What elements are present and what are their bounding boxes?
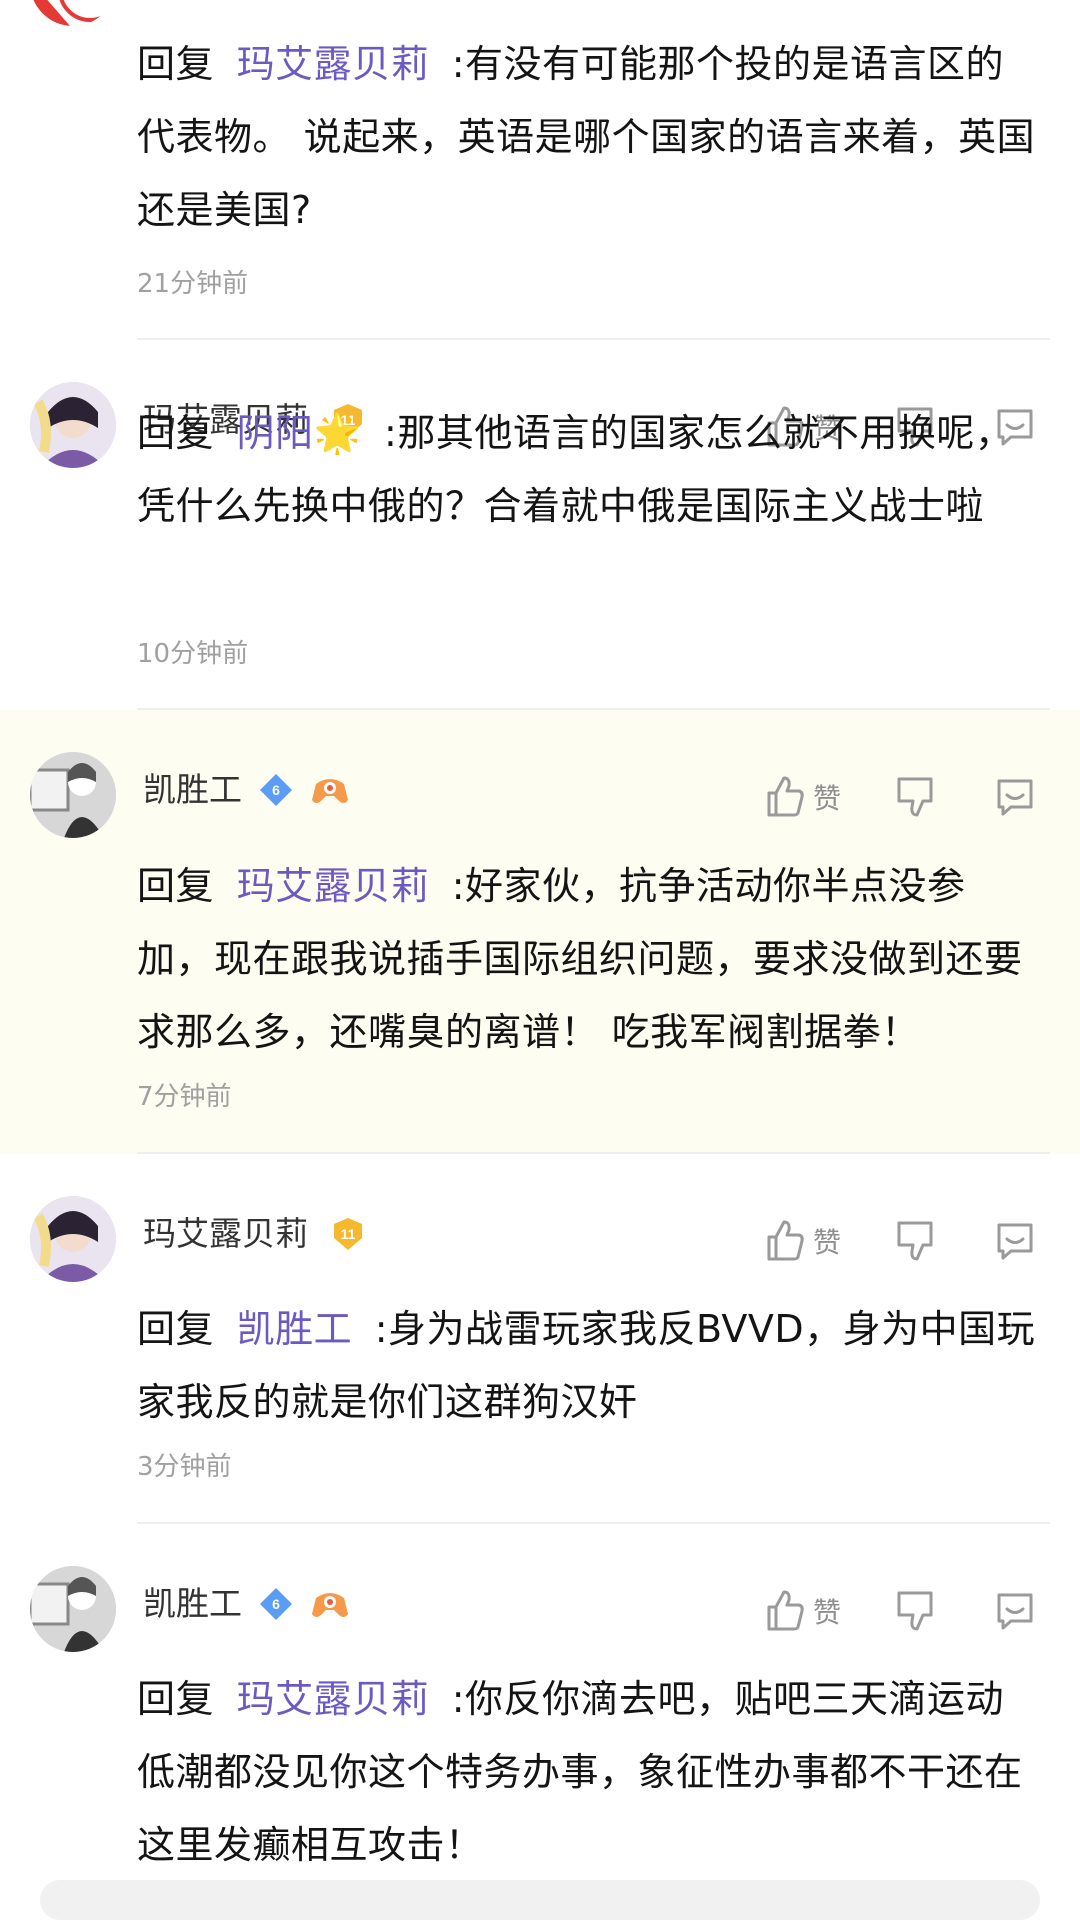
like-label: 赞 bbox=[813, 1596, 842, 1629]
dislike-button[interactable] bbox=[895, 1586, 935, 1636]
username[interactable]: 凯胜工 bbox=[143, 1584, 242, 1624]
star-emoji-icon: 🌟 bbox=[313, 411, 362, 455]
dislike-button[interactable] bbox=[895, 1216, 935, 1266]
comment-time: 10分钟前 bbox=[137, 639, 249, 669]
reply-prefix: 回复 bbox=[137, 1307, 215, 1351]
comment-time: 7分钟前 bbox=[137, 1082, 232, 1112]
reply-button[interactable] bbox=[993, 772, 1037, 822]
comment-body: 回复 玛艾露贝莉 :有没有可能那个投的是语言区的代表物。 说起来，英语是哪个国家… bbox=[137, 28, 1037, 247]
comment-actions: 赞 bbox=[760, 1586, 1060, 1636]
comment-body: 回复 阴阳🌟 :那其他语言的国家怎么就不用换呢，凭什么先换中俄的？合着就中俄是国… bbox=[137, 397, 1037, 543]
comment-body: 回复 玛艾露贝莉 :好家伙，抗争活动你半点没参加，现在跟我说插手国际组织问题，要… bbox=[137, 850, 1037, 1069]
level-badge-icon: 11 bbox=[334, 1218, 362, 1250]
reply-target-link[interactable]: 玛艾露贝莉 bbox=[237, 42, 430, 86]
comment-body: 回复 凯胜工 :身为战雷玩家我反BVVD，身为中国玩家我反的就是你们这群狗汉奸 bbox=[137, 1293, 1037, 1439]
comment-item: 玛艾露贝莉 11 赞 回复 阴阳🌟 :那其他语言的国家怎么就不用换呢，凭什么先换… bbox=[0, 340, 1080, 710]
reply-prefix: 回复 bbox=[137, 864, 215, 908]
like-button[interactable]: 赞 bbox=[765, 1216, 841, 1266]
avatar-partial[interactable] bbox=[30, 0, 116, 26]
avatar[interactable] bbox=[30, 1196, 116, 1282]
comment-item: 凯胜工 6 赞 回复 玛艾露贝莉 :你反你滴去吧，贴吧三天滴运动低潮都没见你这个… bbox=[0, 1524, 1080, 1895]
thumbs-up-icon bbox=[767, 776, 804, 817]
like-button[interactable]: 赞 bbox=[765, 1586, 841, 1636]
username[interactable]: 凯胜工 bbox=[143, 770, 242, 810]
avatar[interactable] bbox=[30, 1566, 116, 1652]
game-controller-icon bbox=[312, 1593, 348, 1617]
comment-item: 玛艾露贝莉 11 赞 回复 凯胜工 :身为战雷玩家我反BVVD，身为中国玩家我反… bbox=[0, 1154, 1080, 1524]
bottom-input-bar[interactable] bbox=[40, 1880, 1040, 1920]
level-badge-icon: 6 bbox=[260, 1588, 292, 1620]
level-number: 11 bbox=[341, 1226, 356, 1242]
comment-item-highlighted: 凯胜工 6 赞 回复 玛艾露贝莉 :好家伙，抗争活动你半点没参加，现在跟我说插手… bbox=[0, 710, 1080, 1154]
like-button[interactable]: 赞 bbox=[765, 772, 841, 822]
avatar[interactable] bbox=[30, 752, 116, 838]
like-label: 赞 bbox=[813, 782, 842, 815]
username[interactable]: 玛艾露贝莉 bbox=[143, 1214, 308, 1254]
reply-button[interactable] bbox=[993, 1216, 1037, 1266]
reply-button[interactable] bbox=[993, 1586, 1037, 1636]
thumbs-up-icon bbox=[767, 1590, 804, 1631]
comment-body: 回复 玛艾露贝莉 :你反你滴去吧，贴吧三天滴运动低潮都没见你这个特务办事，象征性… bbox=[137, 1663, 1037, 1882]
reply-prefix: 回复 bbox=[137, 1677, 215, 1721]
thumbs-down-icon bbox=[897, 1591, 933, 1631]
reply-bubble-icon bbox=[997, 779, 1033, 816]
game-controller-icon bbox=[312, 779, 348, 803]
reply-target-link[interactable]: 玛艾露贝莉 bbox=[237, 1677, 430, 1721]
thumbs-down-icon bbox=[897, 777, 933, 817]
comment-actions: 赞 bbox=[760, 1216, 1060, 1266]
reply-prefix: 回复 bbox=[137, 42, 215, 86]
comment-time: 3分钟前 bbox=[137, 1452, 232, 1482]
comment-time: 21分钟前 bbox=[137, 269, 249, 299]
reply-bubble-icon bbox=[997, 1223, 1033, 1260]
thumbs-down-icon bbox=[897, 1221, 933, 1261]
dislike-button[interactable] bbox=[895, 772, 935, 822]
reply-target-link[interactable]: 凯胜工 bbox=[237, 1307, 353, 1351]
level-number: 6 bbox=[272, 782, 280, 798]
level-badge-icon: 6 bbox=[260, 774, 292, 806]
comment-actions: 赞 bbox=[760, 772, 1060, 822]
like-label: 赞 bbox=[813, 1226, 842, 1259]
level-number: 6 bbox=[272, 1596, 280, 1612]
reply-prefix: 回复 bbox=[137, 411, 215, 455]
avatar[interactable] bbox=[30, 382, 116, 468]
reply-bubble-icon bbox=[997, 1593, 1033, 1630]
reply-target-link[interactable]: 阴阳 bbox=[237, 411, 314, 455]
thumbs-up-icon bbox=[767, 1220, 804, 1261]
reply-target-link[interactable]: 玛艾露贝莉 bbox=[237, 864, 430, 908]
